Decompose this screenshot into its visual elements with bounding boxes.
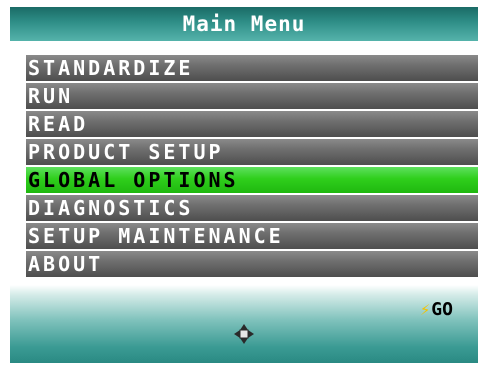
device-screen: Main Menu STANDARDIZE RUN READ PRODUCT S…: [10, 7, 478, 363]
title-bar: Main Menu: [10, 7, 478, 41]
menu-item-about[interactable]: ABOUT: [26, 251, 478, 277]
menu-item-setup-maintenance[interactable]: SETUP MAINTENANCE: [26, 223, 478, 249]
menu-item-read[interactable]: READ: [26, 111, 478, 137]
menu-item-product-setup[interactable]: PRODUCT SETUP: [26, 139, 478, 165]
footer-bar: ⚡GO: [10, 285, 478, 363]
menu-item-run[interactable]: RUN: [26, 83, 478, 109]
main-menu: STANDARDIZE RUN READ PRODUCT SETUP GLOBA…: [26, 55, 478, 279]
dpad-up-arrow: [240, 324, 248, 330]
dpad-down-arrow: [240, 338, 248, 344]
lightning-bolt-icon: ⚡: [420, 300, 431, 320]
four-way-dpad-icon: [234, 324, 254, 344]
go-button[interactable]: ⚡GO: [420, 299, 453, 321]
menu-item-standardize[interactable]: STANDARDIZE: [26, 55, 478, 81]
dpad-right-arrow: [248, 330, 254, 338]
page-title: Main Menu: [182, 12, 306, 36]
go-label: GO: [431, 299, 453, 320]
menu-item-global-options[interactable]: GLOBAL OPTIONS: [26, 167, 478, 193]
menu-item-diagnostics[interactable]: DIAGNOSTICS: [26, 195, 478, 221]
dpad-left-arrow: [234, 330, 240, 338]
dpad-center: [239, 329, 249, 339]
